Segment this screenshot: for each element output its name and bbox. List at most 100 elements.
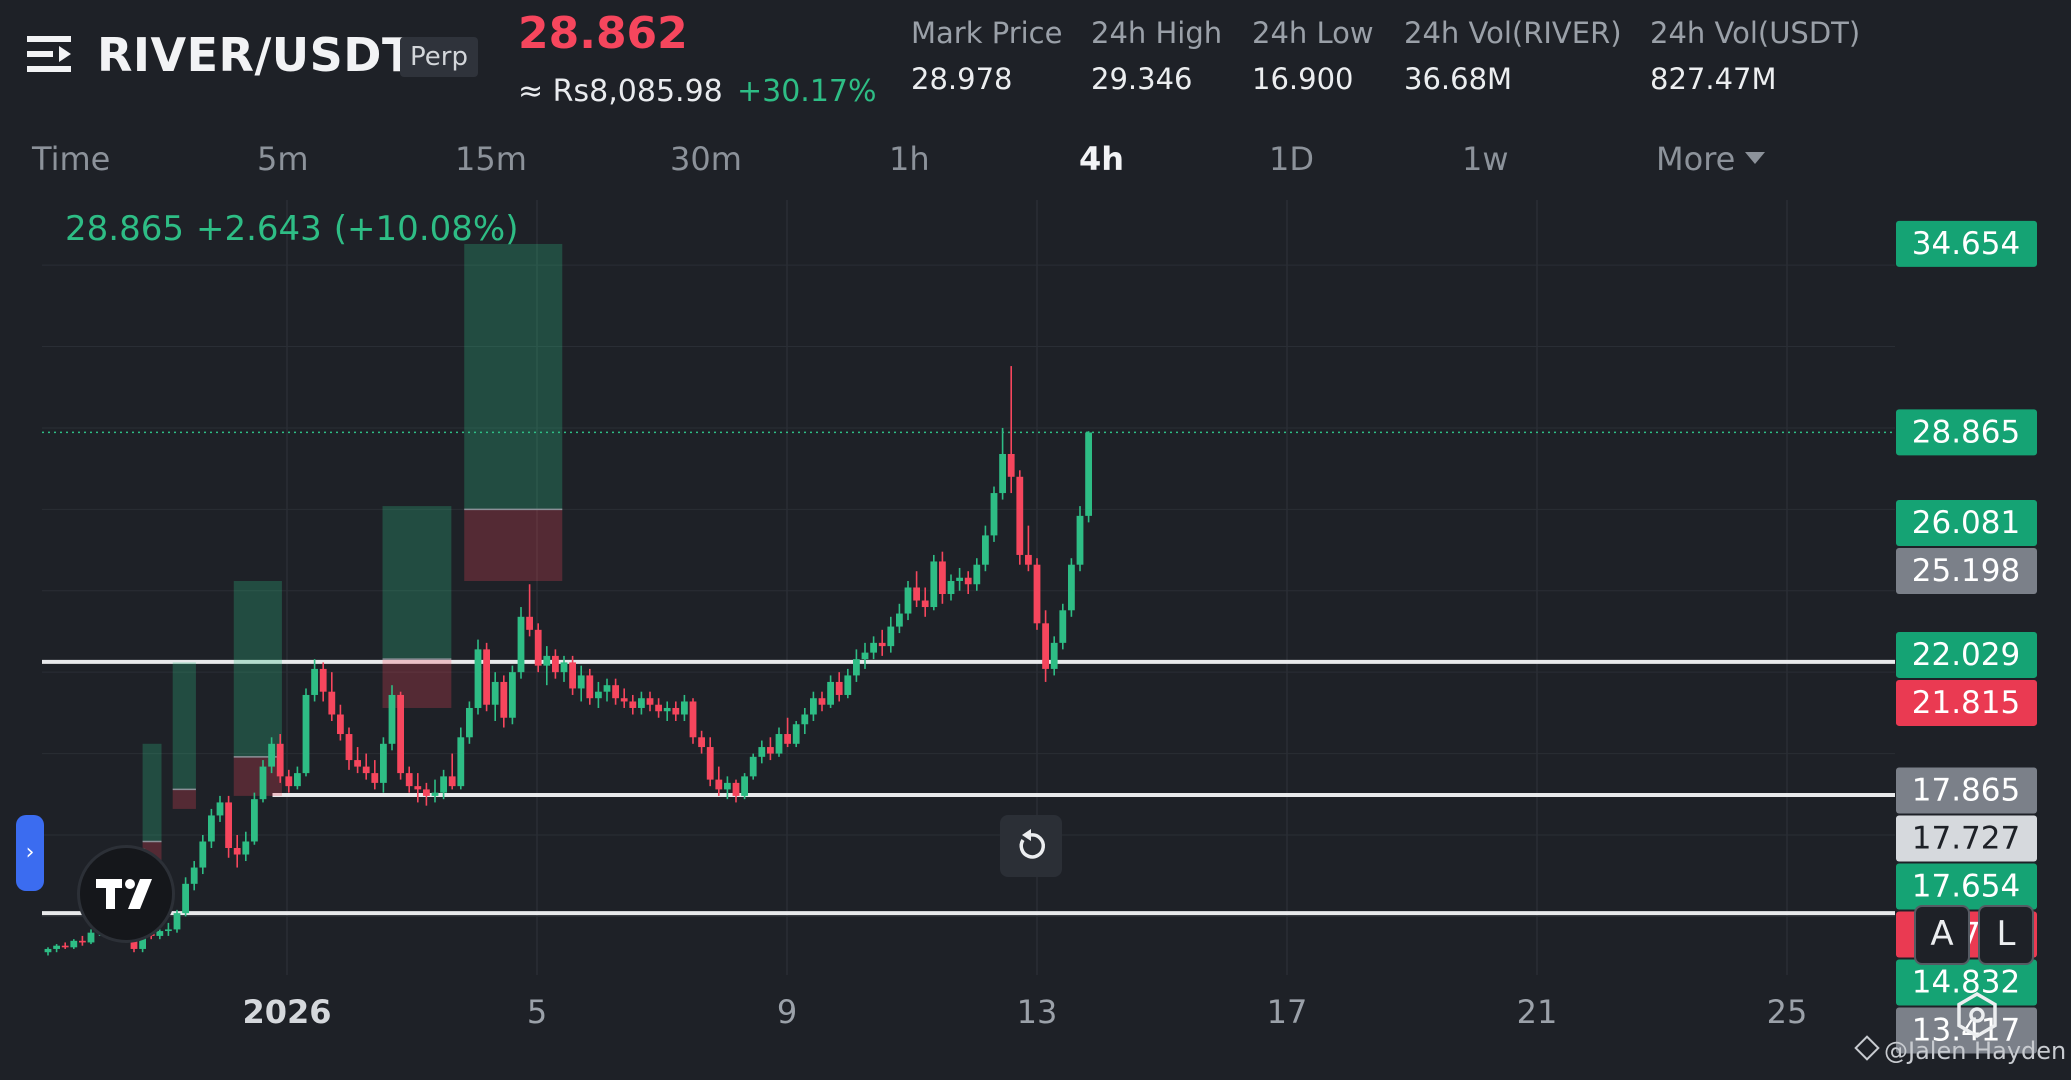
x-axis-tick-label: 5 [527, 993, 547, 1031]
price-axis-label: 17.654 [1912, 869, 2020, 905]
change-percent: +30.17% [737, 74, 877, 109]
watermark-text: @Jalen Hayden [1884, 1037, 2067, 1065]
candle-body [930, 561, 938, 608]
position-stop-zone [172, 789, 196, 809]
candle-body [1033, 564, 1041, 624]
candle-body [706, 747, 714, 780]
candle-body [999, 453, 1006, 494]
candle-body [1068, 564, 1075, 611]
ohlc-readout: 28.865 +2.643 (+10.08%) [65, 209, 530, 249]
candle-body [448, 776, 456, 787]
candle-body [285, 776, 293, 787]
candle-body [792, 724, 800, 744]
candle-body [638, 698, 645, 708]
candle-body [715, 779, 723, 790]
position-target-zone [142, 743, 162, 842]
candle-body [199, 841, 207, 868]
x-axis-tick-label: 21 [1517, 993, 1558, 1031]
stat-label: 24h Vol(RIVER) [1404, 16, 1622, 50]
candle-body [302, 694, 310, 774]
tab-more[interactable]: More [1656, 140, 1766, 178]
log-scale-button[interactable]: L [1978, 905, 2034, 965]
price-axis-label: 22.029 [1912, 637, 2020, 673]
candle-body [990, 493, 998, 536]
reset-chart-button[interactable] [1000, 815, 1062, 877]
candle-body [44, 948, 52, 953]
sidebar-toggle-button[interactable]: › [16, 815, 44, 891]
candle-body [552, 655, 559, 673]
candle-body [328, 691, 336, 715]
candle-body [646, 698, 654, 705]
chevron-down-icon [1745, 152, 1766, 164]
x-axis-tick-label: 2026 [242, 993, 331, 1031]
tradingview-logo-icon [96, 879, 152, 909]
tab-1h[interactable]: 1h [889, 140, 930, 178]
candle-body [810, 698, 817, 715]
candle-body [1007, 453, 1015, 477]
settings-hex-icon[interactable] [1952, 990, 2002, 1040]
candle-body [947, 580, 955, 595]
position-target-zone [233, 580, 282, 757]
auto-scale-button[interactable]: A [1914, 905, 1970, 965]
position-target-zone [172, 662, 196, 790]
price-chart[interactable]: 34.654 28.865 26.081 25.198 22.029 21.815 17.8… [0, 195, 2071, 1080]
x-axis-tick-label: 17 [1267, 993, 1308, 1031]
candle-body [982, 535, 989, 565]
candle-body [878, 642, 886, 647]
candle-body [827, 681, 834, 705]
candle-body [431, 792, 439, 796]
candle-body [466, 707, 473, 738]
position-target-zone [382, 506, 452, 660]
tab-4h[interactable]: 4h [1079, 140, 1124, 178]
candle-body [543, 655, 551, 666]
candle-body [818, 698, 826, 705]
x-axis-tick-label: 25 [1767, 993, 1808, 1031]
menu-icon[interactable] [27, 32, 75, 80]
author-watermark: @Jalen Hayden [1854, 1035, 2067, 1065]
candle-body [500, 681, 508, 718]
candle-body [655, 704, 662, 712]
candle-body [534, 629, 542, 666]
candle-body [457, 737, 465, 787]
contract-type-badge: Perp [400, 37, 478, 77]
price-axis-label: 21.815 [1912, 685, 2020, 721]
candle-body [208, 815, 215, 842]
candle-body [595, 691, 602, 699]
price-axis-label: 17.865 [1912, 773, 2020, 809]
price-axis-label: 17.727 [1912, 821, 2020, 857]
x-axis-tick-label: 13 [1017, 993, 1058, 1031]
candle-body [870, 642, 877, 653]
candle-body [620, 698, 628, 702]
candle-body [345, 734, 353, 761]
tab-30m[interactable]: 30m [670, 140, 742, 178]
candle-body [156, 931, 164, 936]
candle-body [724, 782, 731, 790]
candle-body [801, 714, 809, 725]
candle-body [517, 616, 525, 673]
candle-body [440, 776, 447, 793]
candle-body [509, 672, 516, 718]
candle-body [182, 883, 189, 914]
pair-title[interactable]: RIVER/USDT [97, 28, 414, 82]
stat-24h-vol-base: 24h Vol(RIVER) 36.68M [1404, 16, 1622, 96]
candle-body [577, 675, 585, 689]
tradingview-logo [77, 845, 175, 943]
candle-body [973, 564, 981, 585]
candle-body [1016, 476, 1024, 555]
tab-1w[interactable]: 1w [1462, 140, 1509, 178]
candle-body [380, 743, 387, 783]
tab-15m[interactable]: 15m [455, 140, 527, 178]
stat-24h-high: 24h High 29.346 [1091, 16, 1222, 96]
candle-body [681, 701, 688, 715]
candle-body [354, 760, 361, 767]
tab-1d[interactable]: 1D [1269, 140, 1314, 178]
tab-time[interactable]: Time [32, 140, 110, 178]
candle-body [569, 662, 576, 689]
candle-body [276, 743, 284, 777]
candle-body [423, 789, 430, 796]
candle-body [483, 649, 490, 705]
candle-body [939, 561, 946, 595]
tab-5m[interactable]: 5m [257, 140, 309, 178]
chart-canvas[interactable]: 34.654 28.865 26.081 25.198 22.029 21.815 17.8… [0, 195, 2071, 1080]
candle-body [921, 600, 929, 608]
